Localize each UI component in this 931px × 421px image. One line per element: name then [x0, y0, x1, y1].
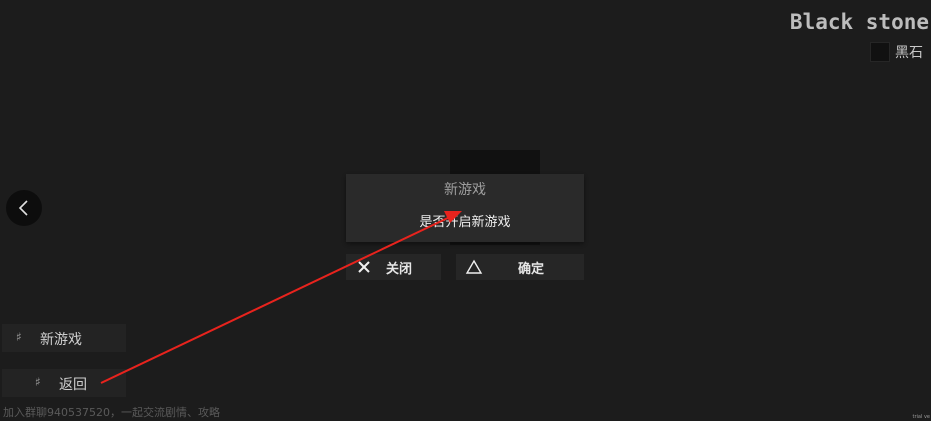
back-circle-button[interactable]: [6, 190, 42, 226]
chevron-left-icon: [18, 200, 28, 216]
triangle-icon: [465, 259, 483, 274]
close-button-label: 关闭: [386, 262, 413, 277]
close-button[interactable]: 关闭: [346, 254, 441, 280]
game-screen: Black stone 黑石 新游戏 是否开启新游戏 关闭 确定 ♯ 新游戏 ♯…: [0, 0, 931, 421]
confirm-button-label: 确定: [518, 262, 545, 277]
trial-watermark: trial ve: [912, 414, 930, 420]
sharp-icon: ♯: [35, 375, 41, 389]
menu-item-new-game[interactable]: ♯ 新游戏: [2, 324, 126, 352]
stone-indicator: 黑石: [870, 42, 923, 62]
new-game-dialog: 新游戏 是否开启新游戏: [346, 174, 584, 242]
dialog-title: 新游戏: [444, 182, 486, 198]
confirm-button[interactable]: 确定: [456, 254, 584, 280]
menu-item-label: 新游戏: [40, 332, 82, 348]
sharp-icon: ♯: [16, 330, 22, 344]
menu-item-label: 返回: [59, 377, 87, 393]
stone-label: 黑石: [895, 45, 923, 61]
game-title: Black stone: [789, 10, 929, 34]
group-chat-note: 加入群聊940537520，一起交流剧情、攻略: [3, 406, 220, 419]
black-stone-swatch: [870, 42, 890, 62]
dialog-message: 是否开启新游戏: [419, 215, 511, 230]
menu-item-back[interactable]: ♯ 返回: [2, 369, 126, 397]
cross-icon: [358, 261, 370, 273]
